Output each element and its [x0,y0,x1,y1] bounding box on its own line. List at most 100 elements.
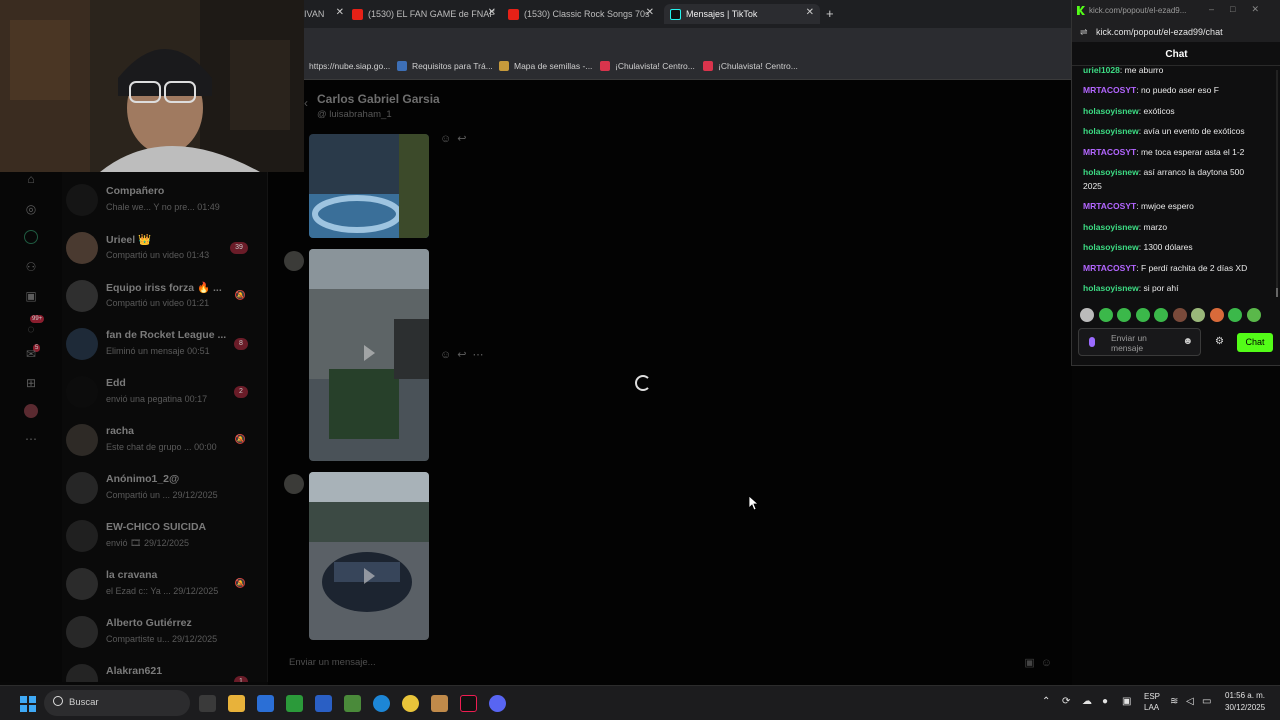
cloud-icon[interactable]: ☁ [1082,696,1092,707]
send-chat-button[interactable]: Chat [1237,333,1273,352]
app-icon[interactable] [431,695,448,712]
gear-icon[interactable]: ⚙ [1215,336,1224,347]
clock-time[interactable]: 01:56 a. m. [1225,691,1265,700]
app-tray-icon[interactable]: ▣ [1122,696,1131,707]
close-tab-icon[interactable]: ✕ [336,7,344,18]
tab-twitch[interactable]: IVAN ✕ [304,4,350,24]
message-actions[interactable]: ☺↩ [440,132,472,145]
chat-username[interactable]: holasoyisnew [1083,167,1139,177]
bookmark-item[interactable]: ¡Chulavista! Centro... [703,61,798,71]
emote-icon[interactable] [1228,308,1242,322]
emote-icon[interactable] [1209,308,1224,322]
tiktok-icon[interactable] [460,695,477,712]
volume-icon[interactable]: ◁ [1186,696,1194,707]
conversation-item[interactable]: Anónimo1_2@ Compartió un ... 29/12/2025 [62,468,267,516]
shared-video-thumbnail[interactable] [309,134,429,238]
site-info-icon[interactable]: ⇌ [1080,27,1088,38]
composer-icons[interactable]: ▣☺ [1024,656,1058,669]
conversation-item[interactable]: EW-CHICO SUICIDA envió 🎞 29/12/2025 [62,516,267,564]
xbox-icon[interactable] [286,695,303,712]
chat-username[interactable]: MRTACOSYT [1083,263,1136,273]
shared-video-thumbnail[interactable] [309,249,429,461]
close-tab-icon[interactable]: ✕ [646,7,654,18]
message-actions[interactable]: ☺↩⋯ [440,348,489,361]
tab-youtube-rock[interactable]: (1530) Classic Rock Songs 70s ✕ [508,4,660,24]
message-composer[interactable]: Enviar un mensaje... ▣☺ [278,653,1062,677]
chat-username[interactable]: holasoyisnew [1083,283,1139,293]
upload-icon[interactable]: ⊞ [24,376,38,390]
chat-username[interactable]: holasoyisnew [1083,242,1139,252]
edge-icon[interactable] [373,695,390,712]
conversation-item[interactable]: Alakran621 1 [62,660,267,682]
messages-icon[interactable]: ✉ [24,347,38,361]
app-icon[interactable] [315,695,332,712]
conversation-item[interactable]: Alberto Gutiérrez Compartiste u... 29/12… [62,612,267,660]
activity-icon[interactable]: ◌ [24,322,38,336]
minecraft-icon[interactable] [344,695,361,712]
home-icon[interactable]: ⌂ [24,172,38,186]
chat-username[interactable]: MRTACOSYT [1083,147,1136,157]
new-tab-button[interactable]: + [826,6,834,21]
conversation-item[interactable]: Edd envió una pegatina 00:17 2 [62,372,267,420]
conversation-item[interactable]: fan de Rocket League ... Eliminó un mens… [62,324,267,372]
mic-icon[interactable] [1089,337,1095,347]
explore-icon[interactable]: ◎ [24,202,38,216]
bookmark-item[interactable]: ¡Chulavista! Centro... [600,61,695,71]
discord-icon[interactable] [489,695,506,712]
conversation-item[interactable]: Urieel 👑 Compartió un video 01:43 39 [62,228,267,276]
profile-avatar[interactable] [24,404,38,418]
conversation-name: Urieel 👑 [106,234,152,246]
emote-icon[interactable] [1117,308,1131,322]
following-icon[interactable] [24,230,38,244]
chat-username[interactable]: holasoyisnew [1083,106,1139,116]
tab-tiktok-messages[interactable]: Mensajes | TikTok ✕ [664,4,820,24]
chevron-up-icon[interactable]: ⌃ [1042,696,1050,707]
chrome-icon[interactable] [402,695,419,712]
bookmark-item[interactable]: Mapa de semillas -... [499,61,592,71]
clock-date[interactable]: 30/12/2025 [1225,703,1265,712]
battery-icon[interactable]: ▭ [1202,696,1211,707]
windows-start-icon[interactable] [20,696,36,712]
emote-icon[interactable] [1154,308,1168,322]
wifi-icon[interactable]: ≋ [1170,696,1178,707]
chat-username[interactable]: holasoyisnew [1083,222,1139,232]
chat-username[interactable]: uriel1028 [1083,66,1120,75]
close-tab-icon[interactable]: ✕ [806,7,814,18]
emote-icon[interactable] [1135,308,1150,322]
emote-icon[interactable] [1191,308,1205,322]
mic-icon[interactable]: ● [1102,696,1108,707]
window-controls[interactable]: –□✕ [1209,4,1275,15]
more-icon[interactable]: ⋯ [24,432,38,446]
sync-icon[interactable]: ⟳ [1062,696,1070,707]
chat-contact-name[interactable]: Carlos Gabriel Garsia [317,92,440,106]
close-tab-icon[interactable]: ✕ [488,7,496,18]
conversation-item[interactable]: la cravana el Ezad c:: Ya ... 29/12/2025… [62,564,267,612]
live-icon[interactable]: ▣ [24,289,38,303]
kick-url-bar[interactable]: ⇌ kick.com/popout/el-ezad99/chat [1072,22,1280,42]
conversation-item[interactable]: Compañero Chale we... Y no pre... 01:49 [62,180,267,228]
chat-username[interactable]: MRTACOSYT [1083,201,1136,211]
taskbar-search[interactable]: Buscar [44,690,190,716]
conversation-item[interactable]: Equipo iriss forza 🔥 ... Compartió un vi… [62,276,267,324]
kick-scrollbar[interactable] [1276,70,1278,295]
conversation-item[interactable]: racha Este chat de grupo ... 00:00 🔕 [62,420,267,468]
tab-youtube-fnaf[interactable]: (1530) EL FAN GAME de FNAF ✕ [352,4,502,24]
bookmark-item[interactable]: https://nube.siap.go... [309,61,390,71]
store-icon[interactable] [257,695,274,712]
friends-icon[interactable]: ⚇ [24,260,38,274]
shared-video-thumbnail[interactable] [309,472,429,640]
emote-icon[interactable] [1098,308,1113,322]
back-icon[interactable]: ‹ [304,96,308,110]
chat-username[interactable]: holasoyisnew [1083,126,1139,136]
file-explorer-icon[interactable] [228,695,245,712]
emote-icon[interactable] [1246,308,1261,322]
language-indicator[interactable]: ESP [1144,692,1160,701]
emote-icon[interactable] [1172,308,1187,322]
task-view-icon[interactable] [199,695,216,712]
kick-message-input[interactable]: Enviar un mensaje ☻ [1078,328,1201,356]
bookmark-item[interactable]: Requisitos para Trá... [397,61,493,71]
kick-scrollbar-thumb[interactable] [1276,288,1278,297]
chat-username[interactable]: MRTACOSYT [1083,85,1136,95]
emote-icon[interactable] [1080,308,1094,322]
emoji-icon[interactable]: ☻ [1182,336,1193,347]
